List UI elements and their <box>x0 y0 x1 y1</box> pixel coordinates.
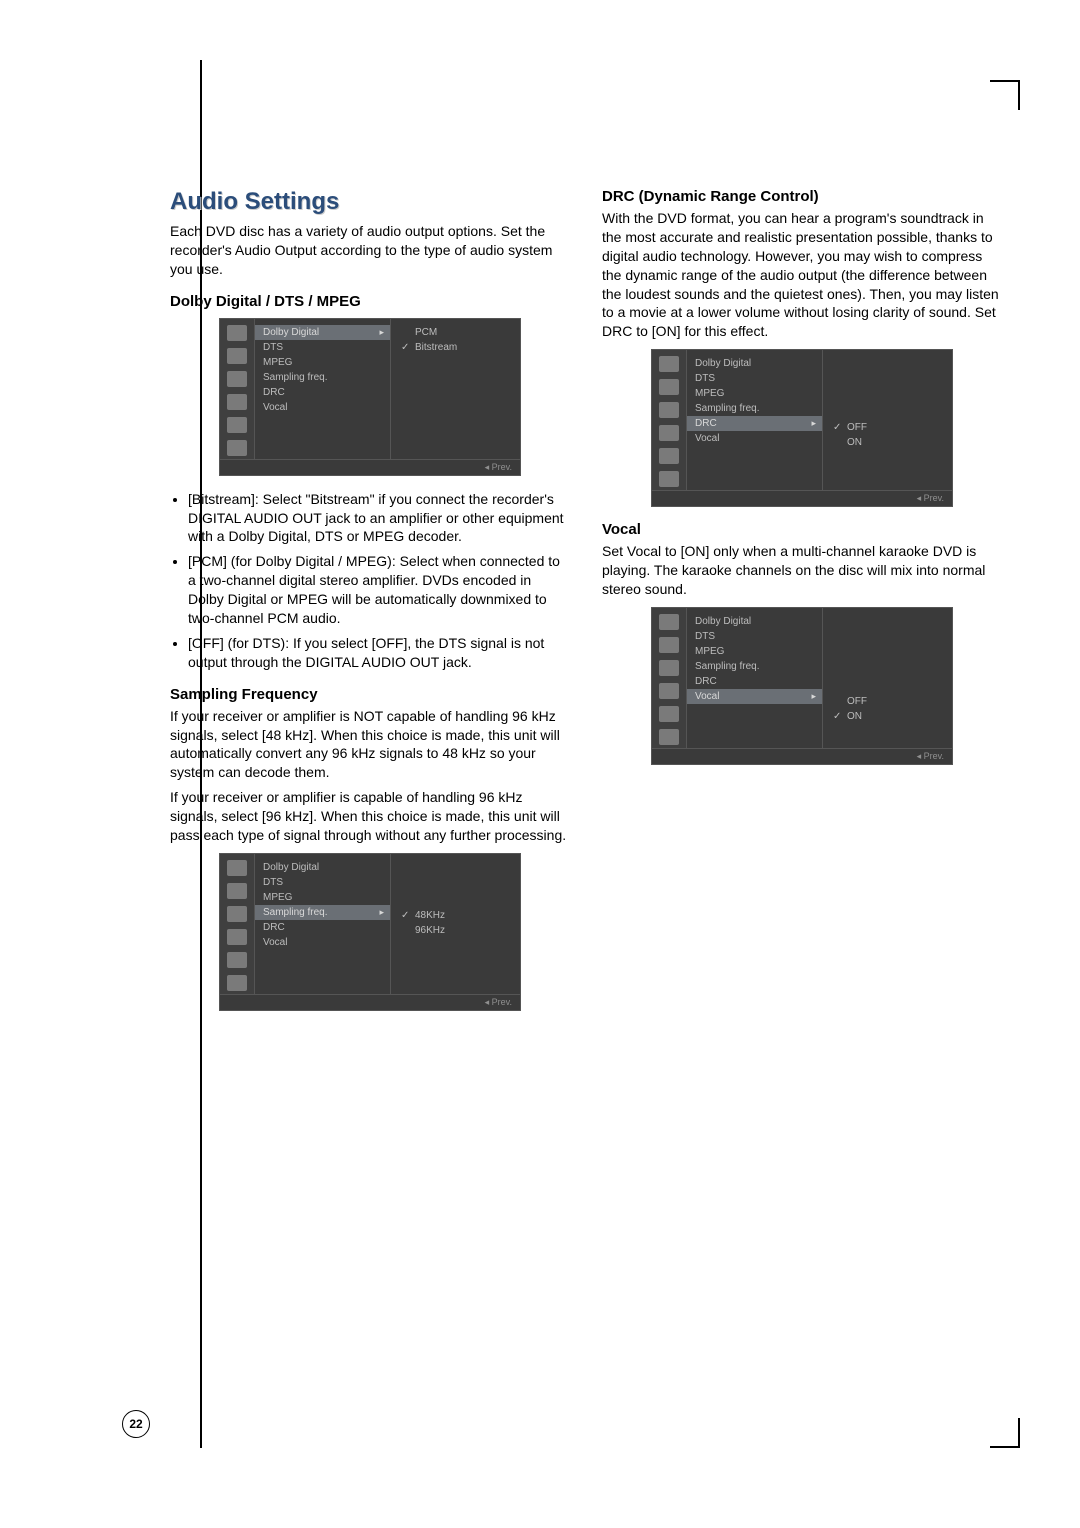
menu-screenshot-drc: Dolby Digital DTS MPEG Sampling freq. DR… <box>651 349 953 507</box>
menu-item-mpeg: MPEG <box>687 644 822 659</box>
audio-icon <box>659 402 679 418</box>
crop-mark-top-right <box>990 80 1020 110</box>
menu-item-dolby-digital: Dolby Digital <box>687 356 822 371</box>
record-icon <box>659 448 679 464</box>
menu-item-dts: DTS <box>255 340 390 355</box>
sampling-heading: Sampling Frequency <box>170 686 570 703</box>
drc-text: With the DVD format, you can hear a prog… <box>602 209 1002 341</box>
menu-item-drc: DRC <box>687 416 822 431</box>
disc-icon <box>659 729 679 745</box>
record-icon <box>659 706 679 722</box>
menu-prev-hint: ◂ Prev. <box>220 459 520 475</box>
option-bitstream: Bitstream <box>397 340 514 355</box>
bullet-bitstream: [Bitstream]: Select "Bitstream" if you c… <box>188 490 570 547</box>
menu-item-list: Dolby Digital DTS MPEG Sampling freq. DR… <box>255 319 391 459</box>
menu-item-sampling: Sampling freq. <box>687 659 822 674</box>
menu-category-icons <box>652 608 687 748</box>
menu-screenshot-dolby: Dolby Digital DTS MPEG Sampling freq. DR… <box>219 318 521 476</box>
tv-icon <box>227 325 247 341</box>
disc-icon <box>659 471 679 487</box>
disc-icon <box>227 440 247 456</box>
menu-prev-hint: ◂ Prev. <box>220 994 520 1010</box>
option-96khz: 96KHz <box>397 923 514 938</box>
menu-item-sampling: Sampling freq. <box>255 370 390 385</box>
menu-item-dolby-digital: Dolby Digital <box>255 860 390 875</box>
sampling-text-2: If your receiver or amplifier is capable… <box>170 788 570 845</box>
option-off: OFF <box>829 420 946 435</box>
menu-item-vocal: Vocal <box>687 689 822 704</box>
sampling-text-1: If your receiver or amplifier is NOT cap… <box>170 707 570 783</box>
menu-item-vocal: Vocal <box>255 400 390 415</box>
menu-options: 48KHz 96KHz <box>391 854 520 994</box>
vocal-text: Set Vocal to [ON] only when a multi-chan… <box>602 542 1002 599</box>
menu-prev-hint: ◂ Prev. <box>652 748 952 764</box>
menu-item-dolby-digital: Dolby Digital <box>687 614 822 629</box>
tv-icon <box>659 614 679 630</box>
page-title: Audio Settings <box>170 188 570 216</box>
menu-options: OFF ON <box>823 350 952 490</box>
lock-icon <box>659 683 679 699</box>
menu-options: OFF ON <box>823 608 952 748</box>
menu-item-list: Dolby Digital DTS MPEG Sampling freq. DR… <box>687 350 823 490</box>
menu-item-vocal: Vocal <box>255 935 390 950</box>
menu-item-list: Dolby Digital DTS MPEG Sampling freq. DR… <box>687 608 823 748</box>
menu-prev-hint: ◂ Prev. <box>652 490 952 506</box>
menu-screenshot-sampling: Dolby Digital DTS MPEG Sampling freq. DR… <box>219 853 521 1011</box>
option-on: ON <box>829 435 946 450</box>
bullet-pcm: [PCM] (for Dolby Digital / MPEG): Select… <box>188 552 570 628</box>
lock-icon <box>659 425 679 441</box>
record-icon <box>227 417 247 433</box>
dolby-heading: Dolby Digital / DTS / MPEG <box>170 293 570 310</box>
menu-item-dts: DTS <box>255 875 390 890</box>
menu-item-mpeg: MPEG <box>255 890 390 905</box>
menu-category-icons <box>220 854 255 994</box>
menu-item-mpeg: MPEG <box>687 386 822 401</box>
option-on: ON <box>829 709 946 724</box>
menu-item-dolby-digital: Dolby Digital <box>255 325 390 340</box>
menu-category-icons <box>652 350 687 490</box>
option-48khz: 48KHz <box>397 908 514 923</box>
menu-item-vocal: Vocal <box>687 431 822 446</box>
menu-item-list: Dolby Digital DTS MPEG Sampling freq. DR… <box>255 854 391 994</box>
menu-item-dts: DTS <box>687 629 822 644</box>
option-off: OFF <box>829 694 946 709</box>
dolby-bullet-list: [Bitstream]: Select "Bitstream" if you c… <box>170 490 570 672</box>
vocal-heading: Vocal <box>602 521 1002 538</box>
menu-item-sampling: Sampling freq. <box>255 905 390 920</box>
menu-screenshot-vocal: Dolby Digital DTS MPEG Sampling freq. DR… <box>651 607 953 765</box>
menu-item-drc: DRC <box>687 674 822 689</box>
audio-icon <box>227 906 247 922</box>
menu-item-drc: DRC <box>255 920 390 935</box>
menu-item-mpeg: MPEG <box>255 355 390 370</box>
record-icon <box>227 952 247 968</box>
menu-item-drc: DRC <box>255 385 390 400</box>
intro-text: Each DVD disc has a variety of audio out… <box>170 222 570 279</box>
audio-icon <box>659 660 679 676</box>
language-icon <box>659 379 679 395</box>
tv-icon <box>659 356 679 372</box>
menu-item-sampling: Sampling freq. <box>687 401 822 416</box>
menu-category-icons <box>220 319 255 459</box>
menu-item-dts: DTS <box>687 371 822 386</box>
option-pcm: PCM <box>397 325 514 340</box>
lock-icon <box>227 929 247 945</box>
menu-options: PCM Bitstream <box>391 319 520 459</box>
bullet-off-dts: [OFF] (for DTS): If you select [OFF], th… <box>188 634 570 672</box>
crop-mark-bottom-right <box>990 1418 1020 1448</box>
lock-icon <box>227 394 247 410</box>
language-icon <box>227 348 247 364</box>
tv-icon <box>227 860 247 876</box>
page-number: 22 <box>122 1410 150 1438</box>
language-icon <box>659 637 679 653</box>
disc-icon <box>227 975 247 991</box>
audio-icon <box>227 371 247 387</box>
drc-heading: DRC (Dynamic Range Control) <box>602 188 1002 205</box>
language-icon <box>227 883 247 899</box>
